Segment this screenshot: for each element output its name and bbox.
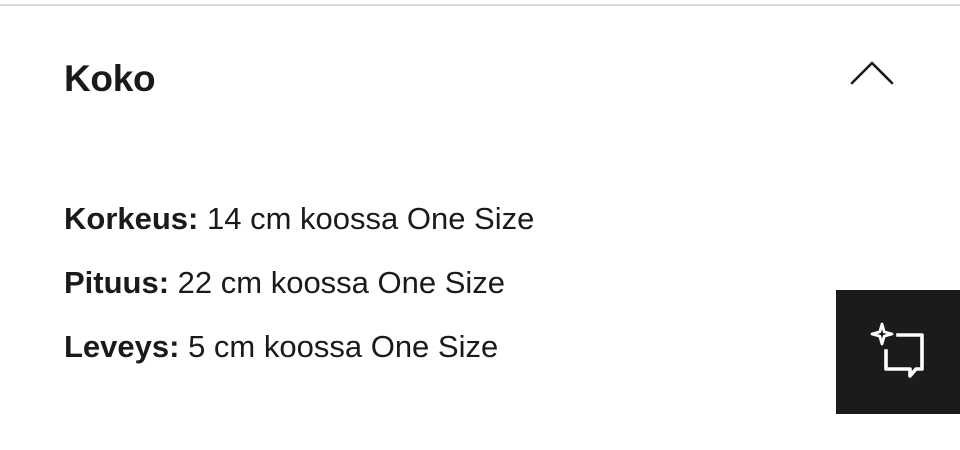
detail-label: Korkeus: [64, 201, 207, 236]
size-accordion-panel: Koko Korkeus: 14 cm koossa One Size Pitu… [0, 0, 960, 450]
detail-label: Pituus: [64, 265, 178, 300]
section-title: Koko [64, 58, 156, 99]
detail-label: Leveys: [64, 329, 189, 364]
detail-value: 5 cm koossa One Size [188, 329, 499, 364]
detail-row-length: Pituus: 22 cm koossa One Size [64, 260, 534, 324]
size-details-list: Korkeus: 14 cm koossa One Size Pituus: 2… [64, 196, 534, 388]
detail-row-height: Korkeus: 14 cm koossa One Size [64, 196, 534, 260]
sparkle-chat-icon [870, 322, 924, 378]
chevron-up-icon[interactable] [849, 58, 895, 88]
size-accordion-header[interactable]: Koko [0, 40, 960, 120]
ai-assistant-button[interactable] [836, 290, 960, 414]
detail-value: 14 cm koossa One Size [206, 201, 535, 236]
detail-row-width: Leveys: 5 cm koossa One Size [64, 324, 534, 388]
detail-value: 22 cm koossa One Size [177, 265, 506, 300]
top-divider [0, 4, 960, 6]
